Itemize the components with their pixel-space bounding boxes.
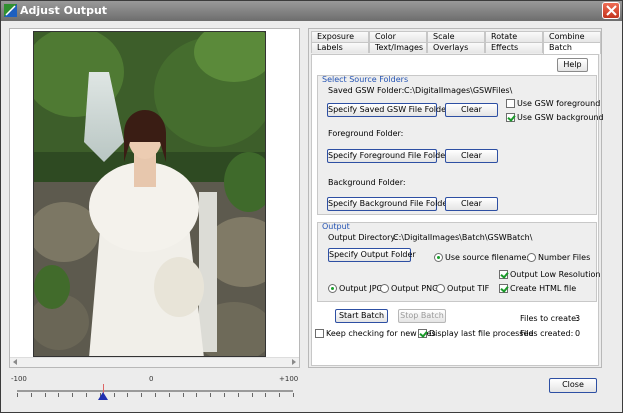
specify-foreground-folder-button[interactable]: Specify Foreground File Folder [327,149,448,163]
output-low-resolution-label: Output Low Resolution [510,270,601,279]
slider-tick [196,393,198,397]
slider-tick [265,393,267,397]
batch-tab-content: Help Select Source Folders Saved GSW Fol… [311,54,604,366]
slider-tick [182,393,184,397]
slider-tick [113,393,115,397]
specify-saved-gsw-folder-button[interactable]: Specify Saved GSW File Folder [327,103,449,117]
stop-batch-button[interactable]: Stop Batch [398,309,446,323]
slider-tick [44,393,46,397]
slider-tick [237,393,239,397]
preview-photo [33,31,266,357]
clear-saved-gsw-button[interactable]: Clear [445,103,498,117]
tab-overlays[interactable]: Overlays [427,42,485,53]
tab-effects[interactable]: Effects [485,42,543,53]
image-preview-panel [9,28,300,368]
keep-checking-checkbox[interactable] [315,329,324,338]
use-source-filenames-label: Use source filenames [445,253,531,262]
output-jpg-radio[interactable] [328,284,337,293]
slider-tick [72,393,74,397]
use-gsw-background-checkbox[interactable] [506,113,515,122]
output-low-resolution-checkbox[interactable] [499,270,508,279]
tab-color[interactable]: Color [369,31,427,42]
slider-tick [251,393,253,397]
tab-scale[interactable]: Scale [427,31,485,42]
output-png-label: Output PNG [391,284,439,293]
window-title: Adjust Output [20,4,108,17]
close-icon [606,5,617,16]
slider-tick [30,393,32,397]
create-html-file-label: Create HTML file [510,284,577,293]
files-to-create-value: 3 [575,314,581,323]
number-files-radio[interactable] [527,253,536,262]
number-files-label: Number Files [538,253,591,262]
slider-ticks [17,393,294,398]
slider-tick [279,393,281,397]
slider-tick [155,393,156,397]
files-created-value: 0 [575,329,581,338]
scroll-right-icon[interactable] [292,359,296,365]
output-jpg-label: Output JPG [339,284,383,293]
slider-max-label: +100 [279,375,299,383]
saved-gsw-folder-path: C:\DigitalImages\GSWFiles\ [404,86,513,95]
clear-foreground-button[interactable]: Clear [445,149,498,163]
slider-tick [86,393,87,397]
title-bar: Adjust Output [1,1,622,21]
output-directory-label: Output Directory: [328,233,398,242]
slider-tick [127,393,129,397]
use-gsw-background-label: Use GSW background [517,113,604,122]
slider-track[interactable] [17,390,293,392]
slider-tick [58,393,60,397]
slider-tick [224,393,225,397]
preview-horizontal-scrollbar[interactable] [10,357,299,367]
specify-background-folder-button[interactable]: Specify Background File Folder [327,197,451,211]
tab-batch[interactable]: Batch [543,42,601,54]
source-folders-title: Select Source Folders [322,75,409,84]
tab-labels[interactable]: Labels [311,42,369,53]
foreground-folder-label: Foreground Folder: [328,129,404,138]
slider-tick [293,393,294,397]
use-source-filenames-radio[interactable] [434,253,443,262]
source-folders-group: Select Source Folders Saved GSW Folder: … [317,75,604,215]
files-created-label: Files created: [520,329,574,338]
scroll-left-icon[interactable] [13,359,17,365]
slider-tick [17,393,18,397]
output-png-radio[interactable] [380,284,389,293]
background-folder-label: Background Folder: [328,178,406,187]
close-button[interactable]: Close [549,378,597,393]
help-button[interactable]: Help [557,58,588,72]
display-last-file-checkbox[interactable] [418,329,427,338]
slider-thumb[interactable] [98,392,108,400]
adjust-output-window: Adjust Output -100 0 +100 Exposure Color… [0,0,623,413]
slider-tick [168,393,170,397]
output-title: Output [322,222,350,231]
slider-tick [141,393,143,397]
display-last-file-label: Display last file processed [429,329,534,338]
slider-min-label: -100 [11,375,27,383]
specify-output-folder-button[interactable]: Specify Output Folder [328,248,416,262]
use-gsw-foreground-label: Use GSW foreground [517,99,601,108]
files-to-create-label: Files to create: [520,314,579,323]
adjustment-slider: -100 0 +100 [9,375,300,407]
window-close-button[interactable] [602,2,620,19]
app-icon [4,4,17,17]
output-tif-radio[interactable] [436,284,445,293]
saved-gsw-folder-label: Saved GSW Folder: [328,86,405,95]
tab-text-images[interactable]: Text/Images [369,42,427,53]
use-gsw-foreground-checkbox[interactable] [506,99,515,108]
start-batch-button[interactable]: Start Batch [335,309,388,323]
clear-background-button[interactable]: Clear [445,197,498,211]
tab-exposure[interactable]: Exposure [311,31,369,42]
create-html-file-checkbox[interactable] [499,284,508,293]
tab-combine[interactable]: Combine [543,31,601,42]
output-group: Output Output Directory: C:\DigitalImage… [317,222,601,302]
tab-rotate[interactable]: Rotate [485,31,543,42]
slider-mid-label: 0 [149,375,154,383]
settings-tab-panel: Exposure Color Scale Rotate Combine Labe… [308,28,604,368]
slider-tick [210,393,212,397]
output-tif-label: Output TIF [447,284,490,293]
output-directory-path: C:\DigitalImages\Batch\GSWBatch\ [393,233,533,242]
